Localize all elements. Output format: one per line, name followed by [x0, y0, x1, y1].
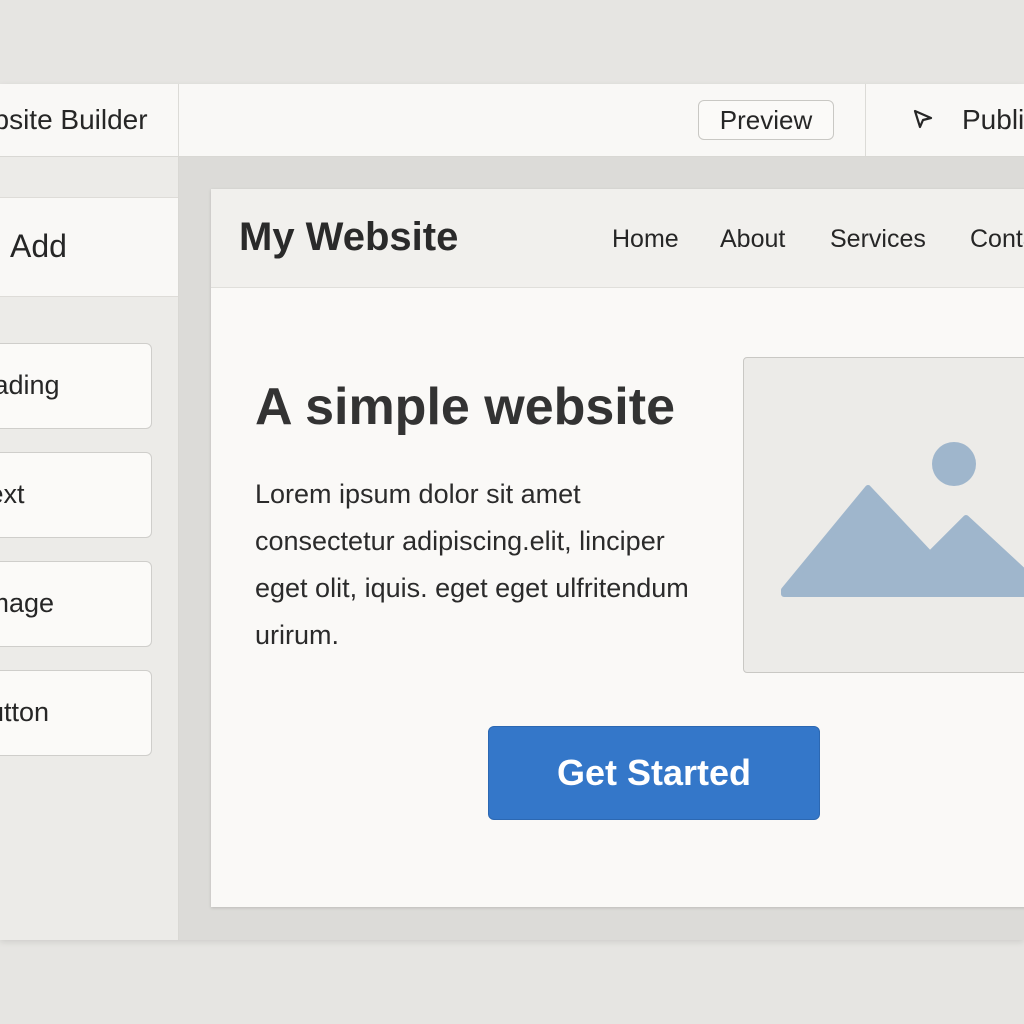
hero-paragraph[interactable]: Lorem ipsum dolor sit amet consectetur a… — [255, 471, 715, 659]
nav-link-services[interactable]: Services — [830, 225, 926, 254]
sidebar-item-heading[interactable]: Heading — [0, 343, 152, 429]
image-placeholder-icon — [781, 442, 1024, 597]
sidebar-item-label: Image — [0, 588, 55, 618]
app-title: Website Builder — [0, 104, 148, 135]
website-preview-page[interactable]: My Website Home About Services Contact A… — [211, 189, 1024, 907]
hero-heading[interactable]: A simple website — [255, 377, 675, 437]
publish-button[interactable]: Publish — [962, 104, 1024, 136]
sidebar-item-label: Button — [0, 697, 50, 727]
publish-icon[interactable] — [912, 108, 934, 135]
top-toolbar: Website Builder Preview Publish — [0, 84, 1024, 157]
editor-canvas: My Website Home About Services Contact A… — [179, 157, 1024, 940]
preview-button[interactable]: Preview — [698, 100, 834, 140]
image-placeholder[interactable] — [743, 357, 1024, 673]
nav-link-about[interactable]: About — [720, 225, 785, 254]
nav-link-contact[interactable]: Contact — [970, 225, 1024, 254]
toolbar-divider — [178, 84, 179, 156]
sidebar-header-label: Add — [10, 228, 67, 264]
sidebar-item-label: Heading — [0, 370, 60, 400]
toolbar-divider — [865, 84, 866, 156]
site-header[interactable]: My Website Home About Services Contact — [211, 189, 1024, 288]
sidebar-header: Add — [0, 197, 178, 297]
sidebar-item-text[interactable]: Text — [0, 452, 152, 538]
site-title[interactable]: My Website — [239, 215, 458, 260]
nav-link-home[interactable]: Home — [612, 225, 679, 254]
sidebar-item-button[interactable]: Button — [0, 670, 152, 756]
website-builder-window: Website Builder Preview Publish Add Head… — [0, 84, 1024, 940]
sidebar-item-label: Text — [0, 479, 25, 509]
add-elements-sidebar: Add Heading Text Image Button — [0, 157, 179, 940]
get-started-button[interactable]: Get Started — [488, 726, 820, 820]
sidebar-item-image[interactable]: Image — [0, 561, 152, 647]
